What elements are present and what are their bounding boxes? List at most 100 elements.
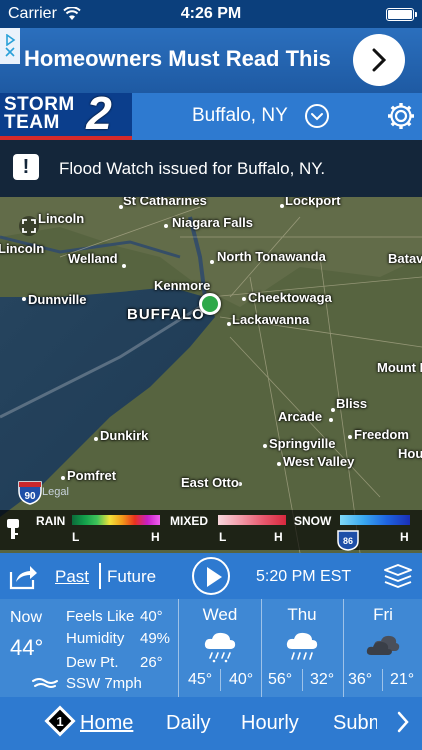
legend-rain-high: H	[151, 530, 160, 544]
place-label: Houghton	[398, 446, 422, 461]
play-button[interactable]	[192, 557, 230, 595]
dew-point-label: Dew Pt.	[66, 654, 119, 671]
place-label: Lincoln	[38, 211, 85, 226]
forecast-day-thu[interactable]: Thu 56° 32°	[262, 599, 342, 697]
place-dot	[61, 476, 65, 480]
dew-point-value: 26°	[140, 654, 163, 671]
legend-rain-bar	[72, 515, 160, 525]
place-label: North Tonawanda	[217, 249, 326, 264]
hi-lo-divider	[302, 669, 303, 691]
forecast-low: 40°	[229, 671, 254, 688]
alert-text[interactable]: Flood Watch issued for Buffalo, NY.	[59, 159, 325, 179]
radar-map[interactable]: St Catharines Lockport Lincoln Niagara F…	[0, 197, 422, 553]
layers-icon[interactable]	[382, 563, 414, 589]
adchoices-icon[interactable]	[0, 28, 20, 64]
feels-like-value: 40°	[140, 608, 163, 625]
status-time: 4:26 PM	[180, 5, 242, 22]
location-selector[interactable]: Buffalo, NY	[192, 105, 288, 127]
forecast-day-name: Wed	[202, 605, 238, 624]
forecast-day-fri[interactable]: Fri 36° 21°	[344, 599, 422, 697]
tab-hourly[interactable]: Hourly	[241, 712, 299, 735]
tab-submit[interactable]: Subm	[333, 712, 377, 735]
storm-team-logo: STORM TEAM 2	[0, 87, 132, 140]
rain-snow-icon	[204, 632, 236, 663]
interstate-number: 90	[24, 491, 36, 502]
place-label: Dunkirk	[100, 428, 149, 443]
place-dot	[210, 260, 214, 264]
forecast-high: 36°	[348, 671, 373, 688]
key-icon[interactable]	[6, 518, 20, 540]
place-dot	[280, 204, 284, 208]
place-dot	[164, 224, 168, 228]
place-dot	[227, 322, 231, 326]
alert-banner[interactable]: ! Flood Watch issued for Buffalo, NY.	[0, 140, 422, 197]
battery-icon	[386, 8, 417, 21]
ad-banner[interactable]: Homeowners Must Read This	[0, 28, 422, 93]
place-label: Lincoln	[0, 241, 45, 256]
place-label-city: BUFFALO	[127, 306, 205, 323]
place-label: Mount Morris	[377, 360, 422, 375]
forecast-day-wed[interactable]: Wed 45° 40°	[180, 599, 260, 697]
tab-home[interactable]: Home	[80, 712, 133, 735]
hi-lo-divider	[220, 669, 221, 691]
place-label: Dunnville	[28, 292, 87, 307]
map-legal-link[interactable]: Legal	[42, 486, 69, 498]
chevron-down-icon[interactable]	[305, 104, 329, 128]
fullscreen-icon[interactable]	[18, 215, 40, 237]
feels-like-label: Feels Like	[66, 608, 135, 625]
forecast-low: 21°	[390, 671, 415, 688]
now-label: Now	[10, 609, 43, 626]
ad-headline[interactable]: Homeowners Must Read This	[24, 46, 331, 72]
forecast-day-name: Fri	[373, 605, 393, 624]
hi-lo-divider	[382, 669, 383, 691]
place-dot	[263, 444, 267, 448]
place-label: Bliss	[336, 396, 368, 411]
place-dot	[331, 408, 335, 412]
place-label: Lackawanna	[232, 312, 310, 327]
wind-value: SSW 7mph	[66, 675, 142, 692]
ad-arrow-button[interactable]	[353, 34, 405, 86]
tab-daily[interactable]: Daily	[166, 712, 210, 735]
current-conditions[interactable]: Now 44° Feels Like 40° Humidity 49% Dew …	[0, 599, 178, 697]
logo-number: 2	[86, 87, 112, 139]
notification-badge: 1	[44, 705, 76, 737]
past-toggle[interactable]: Past	[55, 567, 89, 587]
chevron-right-icon	[372, 48, 387, 72]
place-dot	[94, 437, 98, 441]
future-toggle[interactable]: Future	[107, 567, 156, 587]
place-label: St Catharines	[123, 197, 207, 208]
logo-text: STORM TEAM	[4, 95, 75, 132]
gear-icon[interactable]	[386, 101, 416, 131]
place-label: Cheektowaga	[248, 290, 332, 305]
place-label: Kenmore	[154, 278, 211, 293]
toggle-divider	[99, 563, 101, 589]
place-dot	[242, 297, 246, 301]
app-header: STORM TEAM 2 Buffalo, NY	[0, 87, 422, 140]
place-dot	[348, 435, 352, 439]
share-icon[interactable]	[8, 562, 38, 590]
wind-icon	[32, 678, 58, 688]
place-label: Pomfret	[67, 468, 117, 483]
map-background	[0, 197, 422, 553]
weather-summary[interactable]: Now 44° Feels Like 40° Humidity 49% Dew …	[0, 599, 422, 697]
playback-controls: Past Future 5:20 PM EST	[0, 553, 422, 599]
humidity-label: Humidity	[66, 630, 125, 647]
legend-snow-label: SNOW	[294, 514, 332, 528]
chevron-right-icon[interactable]	[396, 710, 410, 734]
place-label: Lockport	[285, 197, 341, 208]
legend-mixed-label: MIXED	[170, 514, 209, 528]
place-label: Batavia	[388, 251, 422, 266]
humidity-value: 49%	[140, 630, 171, 647]
legend-snow-bar	[340, 515, 410, 525]
forecast-high: 45°	[188, 671, 213, 688]
status-bar: Carrier 4:26 PM	[0, 0, 422, 28]
location-pin[interactable]	[199, 293, 221, 315]
place-dot	[122, 264, 126, 268]
bottom-tab-bar: 1 Home Daily Hourly Subm	[0, 697, 422, 750]
forecast-high: 56°	[268, 671, 293, 688]
interstate-shield-icon: 90	[18, 481, 42, 505]
ad-close-icon[interactable]	[4, 46, 16, 58]
rain-icon	[286, 632, 318, 660]
legend-snow-high: H	[400, 530, 409, 544]
place-dot	[22, 297, 26, 301]
